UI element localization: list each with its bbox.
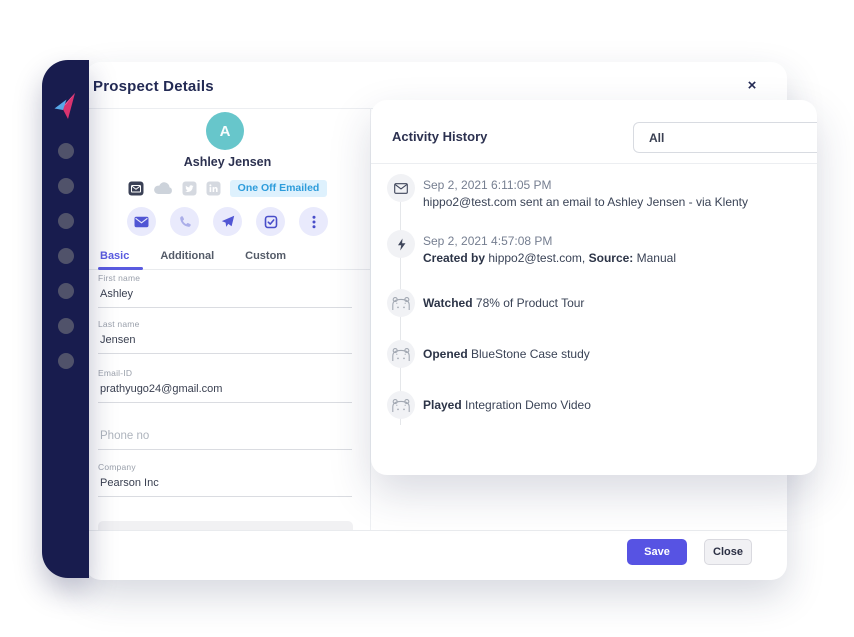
status-badge: One Off Emailed (230, 180, 328, 197)
linkedin-icon[interactable] (206, 181, 221, 196)
activity-item-icon (387, 230, 415, 258)
activity-text-bold: Created by (423, 251, 485, 265)
activity-text-bold: Played (423, 398, 462, 412)
hippo-icon (391, 398, 411, 413)
tab-additional[interactable]: Additional (160, 250, 214, 262)
activity-description: Created by hippo2@test.com, Source: Manu… (423, 251, 801, 265)
scrolled-field-peek (98, 521, 353, 530)
footer-divider (85, 530, 787, 531)
call-action-icon (178, 215, 191, 228)
prospect-name: Ashley Jensen (85, 155, 370, 169)
first-name-label: First name (98, 273, 350, 283)
last-name-field: Last name (98, 319, 350, 354)
activity-text: hippo2@test.com sent an email to Ashley … (423, 195, 748, 209)
social-status-row: One Off Emailed (85, 179, 370, 197)
more-action-icon (312, 215, 316, 229)
activity-history-title: Activity History (392, 129, 487, 144)
save-button[interactable]: Save (627, 539, 687, 565)
sidebar-nav-dot[interactable] (58, 283, 74, 299)
sidebar-nav-dot[interactable] (58, 248, 74, 264)
active-tab-underline (98, 267, 143, 270)
modal-title: Prospect Details (93, 78, 214, 95)
last-name-input[interactable] (98, 334, 352, 354)
app-sidebar (42, 60, 89, 578)
activity-item-icon (387, 289, 415, 317)
activity-text-bold: Opened (423, 347, 468, 361)
hippo-icon (391, 296, 411, 311)
activity-item-icon (387, 340, 415, 368)
first-name-field: First name (98, 273, 350, 308)
activity-description: Opened BlueStone Case study (423, 347, 801, 361)
phone-field (98, 430, 350, 450)
envelope-icon (394, 183, 408, 194)
activity-history-card: Activity History All Sep 2, 2021 6:11:05… (371, 100, 817, 475)
email-label: Email-ID (98, 368, 350, 378)
email-action-icon (134, 216, 149, 228)
activity-description: Played Integration Demo Video (423, 398, 801, 412)
activity-text: hippo2@test.com, (485, 251, 589, 265)
page-background: Prospect Details × A Ashley Jensen (0, 0, 854, 637)
tab-basic[interactable]: Basic (100, 250, 129, 262)
activity-text: BlueStone Case study (468, 347, 590, 361)
sidebar-nav-dot[interactable] (58, 178, 74, 194)
activity-item-icon (387, 391, 415, 419)
sidebar-nav-dot[interactable] (58, 143, 74, 159)
activity-text: Manual (633, 251, 676, 265)
close-icon[interactable]: × (741, 75, 763, 97)
task-check-action-icon (264, 215, 278, 229)
twitter-icon[interactable] (182, 181, 197, 196)
cloud-icon[interactable] (153, 181, 173, 195)
activity-item-icon (387, 174, 415, 202)
activity-description: Watched 78% of Product Tour (423, 296, 801, 310)
lightning-icon (396, 238, 407, 251)
tab-custom[interactable]: Custom (245, 250, 286, 262)
company-input[interactable] (98, 477, 352, 497)
close-button[interactable]: Close (704, 539, 752, 565)
activity-text: 78% of Product Tour (473, 296, 585, 310)
phone-input[interactable] (98, 430, 352, 450)
send-action-button[interactable] (213, 207, 242, 236)
more-action-button[interactable] (299, 207, 328, 236)
activity-header-divider (371, 163, 817, 164)
first-name-input[interactable] (98, 288, 352, 308)
task-check-action-button[interactable] (256, 207, 285, 236)
company-field: Company (98, 462, 350, 497)
avatar: A (206, 112, 244, 150)
email-action-button[interactable] (127, 207, 156, 236)
detail-tabs: Basic Additional Custom (100, 250, 286, 262)
hippo-icon (391, 347, 411, 362)
activity-text-bold: Source: (589, 251, 634, 265)
activity-timestamp: Sep 2, 2021 4:57:08 PM (423, 234, 801, 248)
activity-text-bold: Watched (423, 296, 473, 310)
sidebar-nav-dot[interactable] (58, 318, 74, 334)
sidebar-nav-dot[interactable] (58, 353, 74, 369)
activity-timestamp: Sep 2, 2021 6:11:05 PM (423, 178, 801, 192)
email-icon[interactable] (128, 181, 144, 196)
send-action-icon (221, 215, 235, 228)
email-field: Email-ID (98, 368, 350, 403)
last-name-label: Last name (98, 319, 350, 329)
company-label: Company (98, 462, 350, 472)
sidebar-nav (58, 143, 74, 369)
prospect-actions (85, 207, 370, 236)
activity-description: hippo2@test.com sent an email to Ashley … (423, 195, 801, 209)
klenty-logo-icon[interactable] (51, 91, 81, 121)
activity-text: Integration Demo Video (462, 398, 591, 412)
activity-filter-dropdown[interactable]: All (633, 122, 817, 153)
call-action-button[interactable] (170, 207, 199, 236)
email-input[interactable] (98, 383, 352, 403)
sidebar-nav-dot[interactable] (58, 213, 74, 229)
